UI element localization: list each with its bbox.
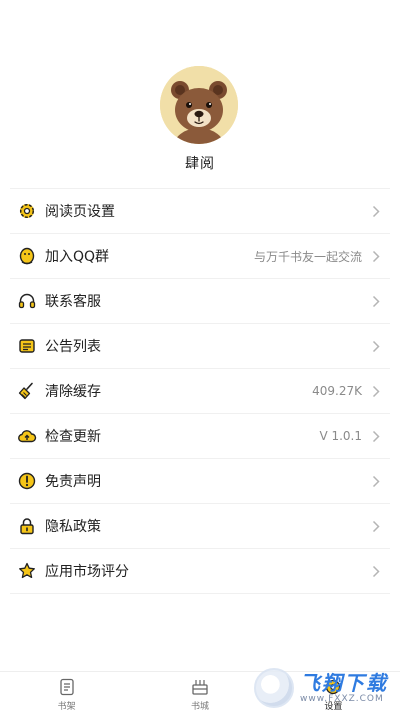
gear-icon xyxy=(16,200,38,222)
menu-item-label: 公告列表 xyxy=(45,339,101,355)
menu-item-reading-settings[interactable]: 阅读页设置 xyxy=(10,189,390,234)
menu-item-label: 阅读页设置 xyxy=(45,204,115,220)
chevron-right-icon xyxy=(370,294,382,308)
headset-icon xyxy=(16,290,38,312)
profile-name: 肆阅 xyxy=(185,156,215,172)
menu-item-value: 与万千书友一起交流 xyxy=(253,249,362,264)
tab-settings[interactable]: 设置 xyxy=(267,672,400,717)
star-icon xyxy=(16,560,38,582)
menu-item-contact-support[interactable]: 联系客服 xyxy=(10,279,390,324)
qq-penguin-icon xyxy=(16,245,38,267)
chevron-right-icon xyxy=(370,564,382,578)
version-value: V 1.0.1 xyxy=(319,429,362,443)
cache-size-value: 409.27K xyxy=(312,384,362,398)
profile-section: 肆阅 xyxy=(0,0,400,185)
chevron-right-icon xyxy=(370,249,382,263)
tab-bookstore[interactable]: 书城 xyxy=(133,672,266,717)
menu-item-label: 加入QQ群 xyxy=(45,249,110,265)
tab-label: 书城 xyxy=(190,702,209,712)
cloud-upload-icon xyxy=(16,425,38,447)
menu-item-label: 检查更新 xyxy=(45,429,101,445)
chevron-right-icon xyxy=(370,384,382,398)
menu-item-announcements[interactable]: 公告列表 xyxy=(10,324,390,369)
menu-item-join-qq-group[interactable]: 加入QQ群 与万千书友一起交流 xyxy=(10,234,390,279)
settings-icon xyxy=(326,679,341,695)
menu-item-clear-cache[interactable]: 清除缓存 409.27K xyxy=(10,369,390,414)
menu-item-label: 隐私政策 xyxy=(45,519,101,535)
avatar[interactable] xyxy=(160,66,238,144)
tab-bookshelf[interactable]: 书架 xyxy=(0,672,133,717)
chevron-right-icon xyxy=(370,339,382,353)
chevron-right-icon xyxy=(370,519,382,533)
chevron-right-icon xyxy=(370,204,382,218)
chevron-right-icon xyxy=(370,474,382,488)
tab-label: 设置 xyxy=(324,702,343,712)
bookstore-icon xyxy=(192,680,208,695)
menu-item-rate-app[interactable]: 应用市场评分 xyxy=(10,549,390,594)
tab-label: 书架 xyxy=(57,702,76,712)
menu-item-label: 应用市场评分 xyxy=(45,564,129,580)
chevron-right-icon xyxy=(370,429,382,443)
menu-item-label: 联系客服 xyxy=(45,294,101,310)
menu-item-label: 免责声明 xyxy=(45,474,101,490)
menu-item-check-update[interactable]: 检查更新 V 1.0.1 xyxy=(10,414,390,459)
list-icon xyxy=(16,335,38,357)
settings-menu: 阅读页设置 加入QQ群 与万千书友一起交流 联系客服 公告列表 清除缓存 409… xyxy=(10,188,390,594)
broom-icon xyxy=(16,380,38,402)
menu-item-label: 清除缓存 xyxy=(45,384,101,400)
bear-avatar-icon xyxy=(160,66,238,144)
bookshelf-icon xyxy=(60,678,74,696)
exclamation-circle-icon xyxy=(16,470,38,492)
menu-item-disclaimer[interactable]: 免责声明 xyxy=(10,459,390,504)
menu-item-privacy-policy[interactable]: 隐私政策 xyxy=(10,504,390,549)
lock-icon xyxy=(16,515,38,537)
bottom-tab-bar: 书架 书城 设置 xyxy=(0,671,400,717)
